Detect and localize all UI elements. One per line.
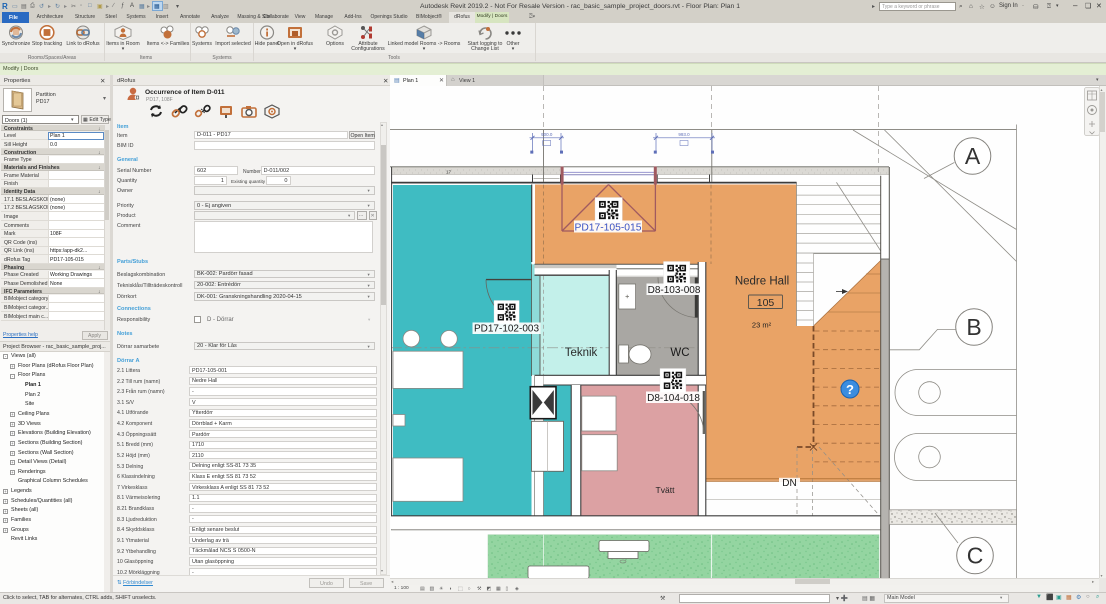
svg-text:PD17-105-015: PD17-105-015 bbox=[575, 223, 642, 234]
svg-text:D8-104-018: D8-104-018 bbox=[647, 393, 700, 404]
svg-text:Nedre Hall: Nedre Hall bbox=[735, 276, 789, 288]
svg-text:993.0: 993.0 bbox=[678, 132, 690, 137]
svg-text:C: C bbox=[967, 543, 984, 569]
svg-text:Tvätt: Tvätt bbox=[656, 485, 676, 495]
svg-text:23 m²: 23 m² bbox=[752, 321, 772, 330]
svg-text:Teknik: Teknik bbox=[565, 347, 598, 359]
svg-text:17: 17 bbox=[446, 170, 452, 175]
svg-text:D8-103-008: D8-103-008 bbox=[648, 285, 701, 296]
svg-text:PD17-102-003: PD17-102-003 bbox=[474, 324, 539, 335]
svg-text:A: A bbox=[965, 143, 981, 169]
svg-text:105: 105 bbox=[757, 297, 775, 309]
svg-text:?: ? bbox=[846, 382, 854, 397]
svg-text:DN: DN bbox=[782, 478, 796, 489]
svg-text:B: B bbox=[966, 314, 981, 340]
svg-text:WC: WC bbox=[670, 347, 689, 359]
svg-text:900.0: 900.0 bbox=[541, 132, 553, 137]
